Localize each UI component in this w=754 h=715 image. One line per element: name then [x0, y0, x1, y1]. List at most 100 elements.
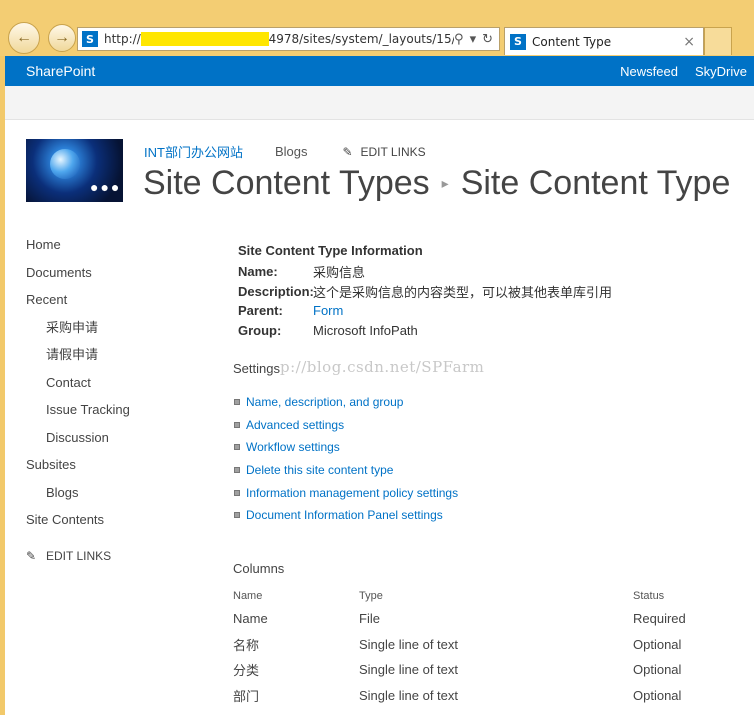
- pencil-icon: ✎: [342, 144, 353, 159]
- nav-item-documents[interactable]: Documents: [26, 264, 130, 292]
- description-value: 这个是采购信息的内容类型，可以被其他表单库引用: [313, 284, 613, 300]
- table-row: 名称 Single line of text Optional: [233, 632, 743, 658]
- nav-item-issue-tracking[interactable]: Issue Tracking: [26, 401, 130, 429]
- nav-item-contact[interactable]: Contact: [26, 374, 130, 402]
- group-label: Group:: [238, 322, 282, 338]
- settings-item: Information management policy settings: [233, 481, 458, 504]
- column-type-cell: Single line of text: [359, 687, 459, 703]
- settings-heading: Settings: [233, 361, 280, 376]
- column-status-cell: Optional: [633, 662, 682, 678]
- settings-list: Name, description, and group Advanced se…: [233, 391, 458, 527]
- info-title: Site Content Type Information: [238, 243, 423, 258]
- information-policy-link[interactable]: Information management policy settings: [246, 486, 458, 500]
- dots-icon: ●●●: [90, 179, 122, 195]
- newsfeed-link[interactable]: Newsfeed: [620, 64, 678, 79]
- breadcrumb-separator-icon: ▸: [441, 175, 449, 191]
- page-content: ●●● INT部门办公网站 Blogs ✎ EDIT LINKS Site Co…: [5, 120, 754, 715]
- bullet-icon: [234, 421, 240, 428]
- globe-icon: [50, 149, 80, 179]
- name-description-group-link[interactable]: Name, description, and group: [246, 395, 403, 409]
- sharepoint-favicon-icon: S: [510, 33, 526, 50]
- tab-title: Content Type: [532, 34, 612, 49]
- new-tab-button[interactable]: [704, 27, 732, 55]
- top-nav: INT部门办公网站 Blogs ✎ EDIT LINKS: [144, 142, 426, 161]
- nav-item-recent[interactable]: Recent: [26, 291, 130, 319]
- arrow-left-icon: ←: [16, 29, 32, 46]
- page-title: Site Content Types ▸ Site Content Type: [143, 164, 730, 203]
- browser-tab[interactable]: S Content Type ×: [504, 27, 704, 55]
- column-name-cell[interactable]: Name: [233, 606, 359, 632]
- columns-heading: Columns: [233, 561, 285, 576]
- bullet-icon: [234, 444, 240, 451]
- bullet-icon: [234, 512, 240, 519]
- bullet-icon: [234, 467, 240, 474]
- back-button[interactable]: ←: [8, 22, 40, 54]
- suite-bar: SharePoint Newsfeed SkyDrive: [5, 56, 754, 86]
- breadcrumb-site-content-types[interactable]: Site Content Types: [143, 164, 430, 203]
- settings-item: Document Information Panel settings: [233, 504, 458, 527]
- blogs-link[interactable]: Blogs: [275, 144, 308, 159]
- column-status-cell: Optional: [633, 636, 682, 652]
- search-icon[interactable]: ⚲: [454, 32, 464, 47]
- table-row: 部门 Single line of text Optional: [233, 683, 743, 709]
- name-value: 采购信息: [313, 265, 366, 281]
- nav-item-blogs[interactable]: Blogs: [26, 484, 130, 512]
- url-text: http://xxxxxxxxxxxxxxxxxx4978/sites/syst…: [104, 32, 454, 46]
- column-status-cell: Optional: [633, 687, 682, 703]
- group-value: Microsoft InfoPath: [313, 322, 418, 338]
- site-name-link[interactable]: INT部门办公网站: [144, 142, 243, 161]
- settings-item: Advanced settings: [233, 414, 458, 437]
- sharepoint-brand[interactable]: SharePoint: [26, 63, 95, 79]
- column-name-cell[interactable]: 部门: [233, 683, 359, 709]
- settings-item: Workflow settings: [233, 436, 458, 459]
- nav-item-home[interactable]: Home: [26, 236, 130, 264]
- workflow-settings-link[interactable]: Workflow settings: [246, 440, 340, 454]
- edit-links-label: EDIT LINKS: [360, 144, 426, 159]
- close-icon[interactable]: ×: [683, 34, 695, 50]
- column-type-cell: File: [359, 611, 380, 627]
- watermark: p://blog.csdn.net/SPFarm: [280, 358, 485, 376]
- table-row: Name File Required: [233, 606, 743, 632]
- bullet-icon: [234, 489, 240, 496]
- column-header-status: Status: [633, 590, 665, 602]
- advanced-settings-link[interactable]: Advanced settings: [246, 418, 344, 432]
- nav-item-site-contents[interactable]: Site Contents: [26, 511, 130, 539]
- edit-links-left[interactable]: ✎ EDIT LINKS: [26, 549, 130, 563]
- name-label: Name:: [238, 264, 278, 280]
- nav-item-subsites[interactable]: Subsites: [26, 456, 130, 484]
- forward-button[interactable]: →: [48, 24, 76, 52]
- pencil-icon: ✎: [26, 548, 37, 563]
- delete-content-type-link[interactable]: Delete this site content type: [246, 463, 393, 477]
- document-info-panel-link[interactable]: Document Information Panel settings: [246, 508, 443, 522]
- breadcrumb-current: Site Content Type: [460, 164, 731, 202]
- nav-item-leave-request[interactable]: 请假申请: [26, 346, 130, 374]
- parent-link[interactable]: Form: [313, 303, 343, 318]
- column-name-cell[interactable]: 名称: [233, 632, 359, 658]
- refresh-icon[interactable]: ↻: [482, 32, 493, 47]
- skydrive-link[interactable]: SkyDrive: [695, 64, 747, 79]
- settings-item: Delete this site content type: [233, 459, 458, 482]
- nav-item-purchase-request[interactable]: 采购申请: [26, 319, 130, 347]
- address-bar[interactable]: S http://xxxxxxxxxxxxxxxxxx4978/sites/sy…: [77, 27, 500, 51]
- edit-links-top[interactable]: ✎ EDIT LINKS: [342, 145, 425, 159]
- parent-label: Parent:: [238, 303, 283, 319]
- edit-links-label: EDIT LINKS: [46, 548, 112, 563]
- arrow-right-icon: →: [54, 29, 70, 46]
- dropdown-icon[interactable]: ▾: [470, 32, 477, 47]
- settings-item: Name, description, and group: [233, 391, 458, 414]
- column-header-type: Type: [359, 590, 383, 602]
- column-name-cell[interactable]: 分类: [233, 657, 359, 683]
- site-logo[interactable]: ●●●: [26, 139, 123, 202]
- nav-item-discussion[interactable]: Discussion: [26, 429, 130, 457]
- bullet-icon: [234, 399, 240, 406]
- column-type-cell: Single line of text: [359, 662, 459, 678]
- column-type-cell: Single line of text: [359, 636, 459, 652]
- column-header-name: Name: [233, 590, 263, 602]
- column-status-cell: Required: [633, 611, 686, 627]
- description-label: Description:: [238, 283, 314, 299]
- browser-chrome: ← → S http://xxxxxxxxxxxxxxxxxx4978/site…: [0, 0, 754, 56]
- columns-table: Name Type Status Name File Required 名称 S…: [233, 586, 743, 708]
- quick-launch: Home Documents Recent 采购申请 请假申请 Contact …: [26, 236, 130, 563]
- content-type-info: Site Content Type Information Name: 采购信息…: [238, 243, 612, 340]
- sharepoint-favicon-icon: S: [82, 31, 98, 47]
